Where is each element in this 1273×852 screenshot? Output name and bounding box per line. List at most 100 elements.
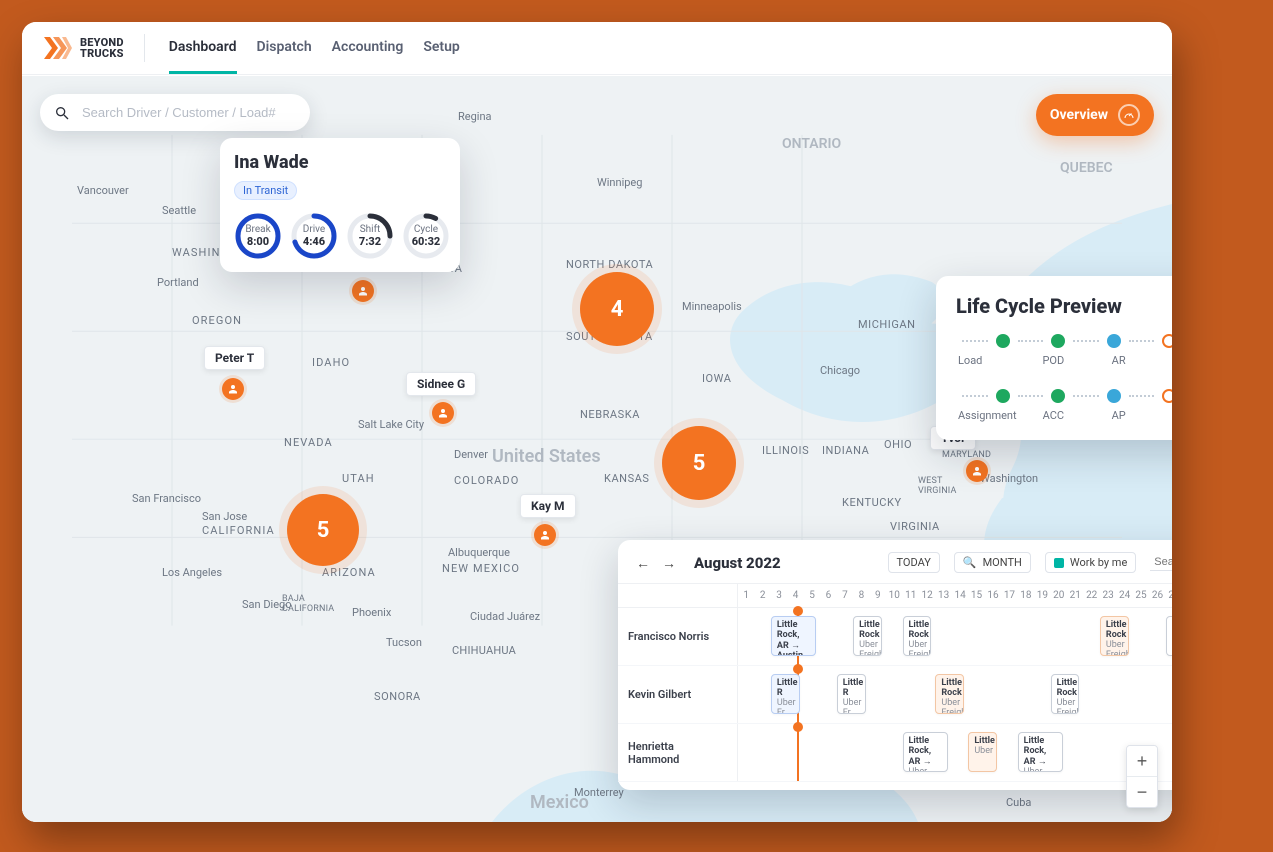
search-icon [54,105,70,121]
calendar-search[interactable]: 🔍 [1150,554,1172,571]
calendar-search-input[interactable] [1152,555,1172,569]
day-header: 4 [787,584,803,607]
view-month-button[interactable]: 🔍 MONTH [954,552,1031,573]
driver-pin-icon[interactable] [432,402,454,424]
day-header: 3 [771,584,787,607]
zoom-out-button[interactable]: − [1127,777,1157,807]
calendar-next-button[interactable]: → [658,553,680,573]
search-input[interactable] [80,104,292,121]
brand-logo: BEYOND TRUCKS [44,37,124,59]
calendar-row: Henrietta HammondLittle Rock, AR →Uber F… [618,724,1172,782]
map-zoom-control: + − [1126,745,1158,808]
day-header: 20 [1051,584,1067,607]
nav-dispatch[interactable]: Dispatch [257,39,312,74]
day-header: 23 [1100,584,1116,607]
calendar-prev-button[interactable]: ← [632,553,654,573]
calendar-day-header: 1234567891011121314151617181920212223242… [618,584,1172,608]
chevrons-icon [44,37,72,59]
driver-pin-icon[interactable] [966,460,988,482]
calendar-header: ← → August 2022 TODAY 🔍 MONTH Work by me [618,552,1172,584]
day-header: 14 [952,584,968,607]
lifecycle-row-1 [956,334,1172,348]
lifecycle-row-2 [956,389,1172,403]
load-card[interactable]: Little RockUber Freight [1100,616,1129,656]
calendar-panel: ← → August 2022 TODAY 🔍 MONTH Work by me [618,540,1172,790]
load-card[interactable]: LittleUber [968,732,997,772]
map-cluster[interactable]: 4 [580,272,654,346]
lifecycle-labels-1: LoadPOD ARINV [956,354,1172,367]
driver-name-cell[interactable]: Henrietta Hammond [618,724,738,781]
overview-button[interactable]: Overview [1036,94,1154,136]
nav-dashboard[interactable]: Dashboard [169,39,237,74]
now-indicator [797,724,799,781]
driver-name-cell[interactable]: Francisco Norris [618,608,738,665]
driver-pin-icon[interactable] [352,280,374,302]
status-badge: In Transit [234,181,297,200]
filter-workbyme[interactable]: Work by me [1045,552,1136,573]
day-header: 2 [754,584,770,607]
load-card[interactable]: Little Rock, AR →Uber Freight · 209 [903,732,948,772]
hos-ring: Break8:00 [234,212,282,260]
day-header: 16 [985,584,1001,607]
nav-setup[interactable]: Setup [423,39,459,74]
load-card[interactable]: Little RUber Fr [771,674,800,714]
day-header: 11 [903,584,919,607]
load-card[interactable]: Little Rock, AR → Austin, TXUber Freight… [771,616,816,656]
day-header: 9 [870,584,886,607]
today-button[interactable]: TODAY [888,552,940,573]
load-card[interactable]: Little RockUber Freight [1166,616,1172,656]
day-header: 12 [919,584,935,607]
map-cluster[interactable]: 5 [287,494,359,566]
driver-pin-icon[interactable] [534,524,556,546]
day-header: 5 [804,584,820,607]
magnifier-icon: 🔍 [963,556,977,569]
nav-accounting[interactable]: Accounting [332,39,404,74]
load-card[interactable]: Little RockUber Freight [935,674,964,714]
hos-ring: Shift7:32 [346,212,394,260]
load-card[interactable]: Little RockUber Freight [853,616,882,656]
overview-label: Overview [1050,107,1108,123]
driver-chip[interactable]: Sidnee G [406,372,476,396]
day-header: 1 [738,584,754,607]
day-header: 6 [820,584,836,607]
day-header: 18 [1018,584,1034,607]
driver-pin-icon[interactable] [222,378,244,400]
popup-driver-name: Ina Wade [234,152,446,173]
map-cluster[interactable]: 5 [662,426,736,500]
calendar-title: August 2022 [694,554,874,572]
driver-name-cell[interactable]: Kevin Gilbert [618,666,738,723]
day-header: 7 [837,584,853,607]
load-card[interactable]: Little RockUber Freight [903,616,932,656]
zoom-in-button[interactable]: + [1127,746,1157,776]
track-area: Little Rock, AR → Austin, TXUber Freight… [738,608,1172,665]
day-header: 22 [1083,584,1099,607]
day-header: 25 [1133,584,1149,607]
hos-rings: Break8:00Drive4:46Shift7:32Cycle60:32 [234,212,446,260]
separator [144,34,145,62]
day-header: 24 [1116,584,1132,607]
speedometer-icon [1118,104,1140,126]
day-header: 27 [1166,584,1172,607]
day-header: 19 [1034,584,1050,607]
app-window: BEYOND TRUCKS Dashboard Dispatch Account… [22,22,1172,822]
day-header: 8 [853,584,869,607]
day-header: 26 [1149,584,1165,607]
hos-ring: Cycle60:32 [402,212,450,260]
day-header: 21 [1067,584,1083,607]
load-card[interactable]: Little RUber Fr [837,674,866,714]
hos-ring: Drive4:46 [290,212,338,260]
calendar-row: Francisco Norris Little Rock, AR → Austin… [618,608,1172,666]
map-canvas[interactable]: United States Mexico ONTARIO QUEBEC The … [22,76,1172,822]
load-card[interactable]: Little RockUber Freight [1051,674,1080,714]
lifecycle-panel: Life Cycle Preview LoadPOD ARINV [936,276,1172,440]
top-bar: BEYOND TRUCKS Dashboard Dispatch Account… [22,22,1172,75]
driver-chip[interactable]: Peter T [204,346,265,370]
driver-chip[interactable]: Kay M [520,494,576,518]
load-card[interactable]: Little Rock, AR →Uber Freight · 209 [1018,732,1063,772]
lifecycle-labels-2: AssignmentACC APSTL [956,409,1172,422]
search-bar[interactable] [40,94,310,131]
track-area: Little Rock, AR →Uber Freight · 209 Littl… [738,724,1172,781]
lifecycle-title: Life Cycle Preview [956,294,1172,318]
main-nav: Dashboard Dispatch Accounting Setup [169,39,460,58]
day-header: 15 [968,584,984,607]
